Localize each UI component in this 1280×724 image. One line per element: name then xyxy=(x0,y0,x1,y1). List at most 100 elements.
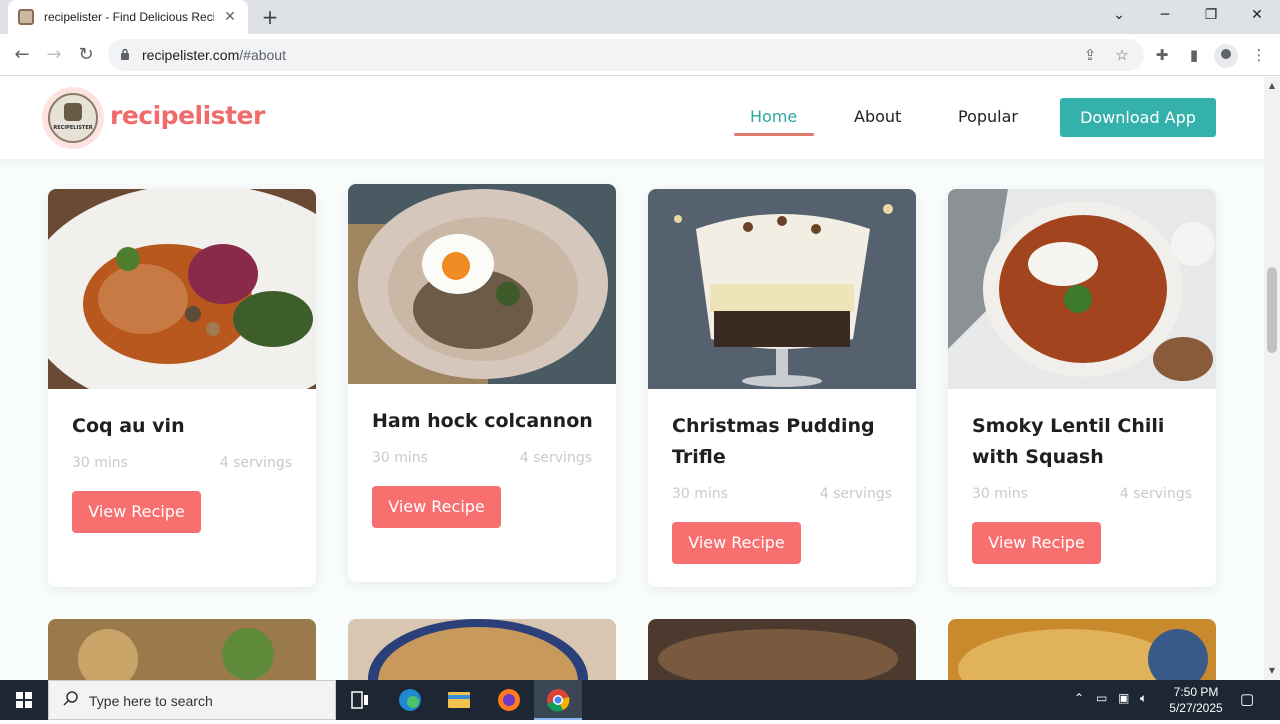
recipe-card: Ham hock colcannon 30 mins 4 servings Vi… xyxy=(348,184,616,582)
view-recipe-button[interactable]: View Recipe xyxy=(372,486,501,528)
site-header: RECIPELISTER recipelister Home About Pop… xyxy=(0,77,1264,159)
windows-logo-icon xyxy=(16,692,32,708)
recipe-time: 30 mins xyxy=(672,486,728,502)
recipe-servings: 4 servings xyxy=(219,455,292,471)
address-bar[interactable]: recipelister.com/#about ⇪ ☆ xyxy=(108,39,1144,71)
recipe-meta: 30 mins 4 servings xyxy=(372,450,592,466)
task-view-icon[interactable] xyxy=(336,680,384,720)
recipe-card-partial[interactable] xyxy=(48,619,316,680)
minimize-button[interactable]: ─ xyxy=(1142,0,1188,30)
start-button[interactable] xyxy=(0,680,48,720)
recipe-image[interactable] xyxy=(648,189,916,389)
url-text: recipelister.com/#about xyxy=(142,47,286,63)
recipe-card: Coq au vin 30 mins 4 servings View Recip… xyxy=(48,189,316,587)
tray-overflow-chevron-icon[interactable]: ⌃ xyxy=(1074,691,1084,705)
view-recipe-button[interactable]: View Recipe xyxy=(72,491,201,533)
favicon-icon xyxy=(18,9,34,25)
view-recipe-button[interactable]: View Recipe xyxy=(972,522,1101,564)
browser-tab-bar: recipelister - Find Delicious Recip ✕ + … xyxy=(0,0,1280,34)
side-panel-icon[interactable]: ▮ xyxy=(1183,44,1205,66)
reload-icon[interactable]: ↻ xyxy=(74,43,98,67)
restore-button[interactable]: ❐ xyxy=(1188,0,1234,30)
browser-tab[interactable]: recipelister - Find Delicious Recip ✕ xyxy=(8,0,248,34)
nav-popular[interactable]: Popular xyxy=(958,107,1018,126)
profile-avatar-icon[interactable] xyxy=(1214,44,1238,68)
recipe-card-partial[interactable] xyxy=(648,619,916,680)
clock-time: 7:50 PM xyxy=(1173,685,1219,699)
taskbar-search-box[interactable]: Type here to search xyxy=(48,680,336,720)
volume-icon[interactable]: 🔈︎ xyxy=(1140,691,1147,706)
extensions-icon[interactable]: ✚ xyxy=(1151,44,1173,66)
tray-display-icon[interactable]: ▣ xyxy=(1118,691,1129,705)
taskbar-clock[interactable]: 7:50 PM 5/27/2025 xyxy=(1168,684,1224,716)
share-icon[interactable]: ⇪ xyxy=(1080,45,1100,65)
search-icon xyxy=(63,691,78,706)
windows-taskbar: Type here to search ⌃ ▭ ▣ 🔈︎ 7:50 PM 5/2… xyxy=(0,680,1280,720)
browser-toolbar: ← → ↻ recipelister.com/#about ⇪ ☆ ✚ ▮ ⋮ xyxy=(0,34,1280,76)
lock-icon xyxy=(121,48,129,60)
clock-date: 5/27/2025 xyxy=(1169,701,1223,715)
recipe-card: Smoky Lentil Chili with Squash 30 mins 4… xyxy=(948,189,1216,587)
tray-network-icon[interactable]: ▭ xyxy=(1096,691,1107,705)
scroll-down-arrow-icon[interactable]: ▼ xyxy=(1268,667,1276,675)
logo-text: RECIPELISTER xyxy=(53,125,93,131)
recipe-photo-partial xyxy=(348,619,616,680)
recipe-servings: 4 servings xyxy=(1119,486,1192,502)
back-icon[interactable]: ← xyxy=(10,43,34,67)
recipe-image[interactable] xyxy=(948,189,1216,389)
taskbar-search-placeholder: Type here to search xyxy=(89,693,213,709)
recipe-meta: 30 mins 4 servings xyxy=(972,486,1192,502)
recipe-title: Coq au vin xyxy=(72,415,185,437)
smoky-lentil-chili-photo xyxy=(948,189,1216,389)
url-domain: recipelister.com xyxy=(142,47,240,63)
recipe-time: 30 mins xyxy=(372,450,428,466)
recipe-title: Ham hock colcannon xyxy=(372,410,593,432)
chrome-icon[interactable] xyxy=(534,680,582,720)
scroll-up-arrow-icon[interactable]: ▲ xyxy=(1268,82,1276,90)
recipe-card: Christmas Pudding Trifle 30 mins 4 servi… xyxy=(648,189,916,587)
nav-about[interactable]: About xyxy=(854,107,901,126)
close-window-button[interactable]: ✕ xyxy=(1234,0,1280,30)
recipe-photo-partial xyxy=(48,619,316,680)
site-logo[interactable]: RECIPELISTER xyxy=(42,87,104,149)
recipe-card-partial[interactable] xyxy=(348,619,616,680)
recipe-image[interactable] xyxy=(348,184,616,384)
file-explorer-icon[interactable] xyxy=(435,680,483,720)
close-tab-icon[interactable]: ✕ xyxy=(222,9,238,25)
page-viewport: RECIPELISTER recipelister Home About Pop… xyxy=(0,77,1264,680)
nav-active-underline xyxy=(734,133,814,136)
download-app-button[interactable]: Download App xyxy=(1060,98,1216,137)
recipe-time: 30 mins xyxy=(72,455,128,471)
page-scrollbar[interactable]: ▲ ▼ xyxy=(1264,77,1280,680)
recipe-title: Smoky Lentil Chili with Squash xyxy=(972,415,1165,468)
christmas-pudding-trifle-photo xyxy=(648,189,916,389)
forward-icon[interactable]: → xyxy=(42,43,66,67)
recipe-photo-partial xyxy=(648,619,916,680)
scrollbar-thumb[interactable] xyxy=(1267,267,1277,353)
recipe-image[interactable] xyxy=(48,189,316,389)
ham-hock-colcannon-photo xyxy=(348,184,616,384)
recipe-servings: 4 servings xyxy=(519,450,592,466)
edge-browser-icon[interactable] xyxy=(386,680,434,720)
new-tab-button[interactable]: + xyxy=(258,6,282,28)
recipe-time: 30 mins xyxy=(972,486,1028,502)
logo-emblem-icon xyxy=(64,103,82,121)
notification-icon[interactable]: ▢ xyxy=(1236,680,1264,720)
firefox-icon[interactable] xyxy=(485,680,533,720)
recipe-card-partial[interactable] xyxy=(948,619,1216,680)
view-recipe-button[interactable]: View Recipe xyxy=(672,522,801,564)
recipe-meta: 30 mins 4 servings xyxy=(672,486,892,502)
coq-au-vin-photo xyxy=(48,189,316,389)
recipe-servings: 4 servings xyxy=(819,486,892,502)
nav-home[interactable]: Home xyxy=(750,107,797,126)
logo-badge: RECIPELISTER xyxy=(48,93,98,143)
system-tray: ⌃ ▭ ▣ 🔈︎ xyxy=(1070,680,1160,720)
bookmark-star-icon[interactable]: ☆ xyxy=(1112,45,1132,65)
menu-kebab-icon[interactable]: ⋮ xyxy=(1248,44,1270,66)
recipe-photo-partial xyxy=(948,619,1216,680)
tab-title: recipelister - Find Delicious Recip xyxy=(44,10,214,24)
url-path: /#about xyxy=(239,47,286,63)
recipe-meta: 30 mins 4 servings xyxy=(72,455,292,471)
tab-search-icon[interactable]: ⌄ xyxy=(1096,0,1142,30)
brand-name[interactable]: recipelister xyxy=(110,101,265,130)
